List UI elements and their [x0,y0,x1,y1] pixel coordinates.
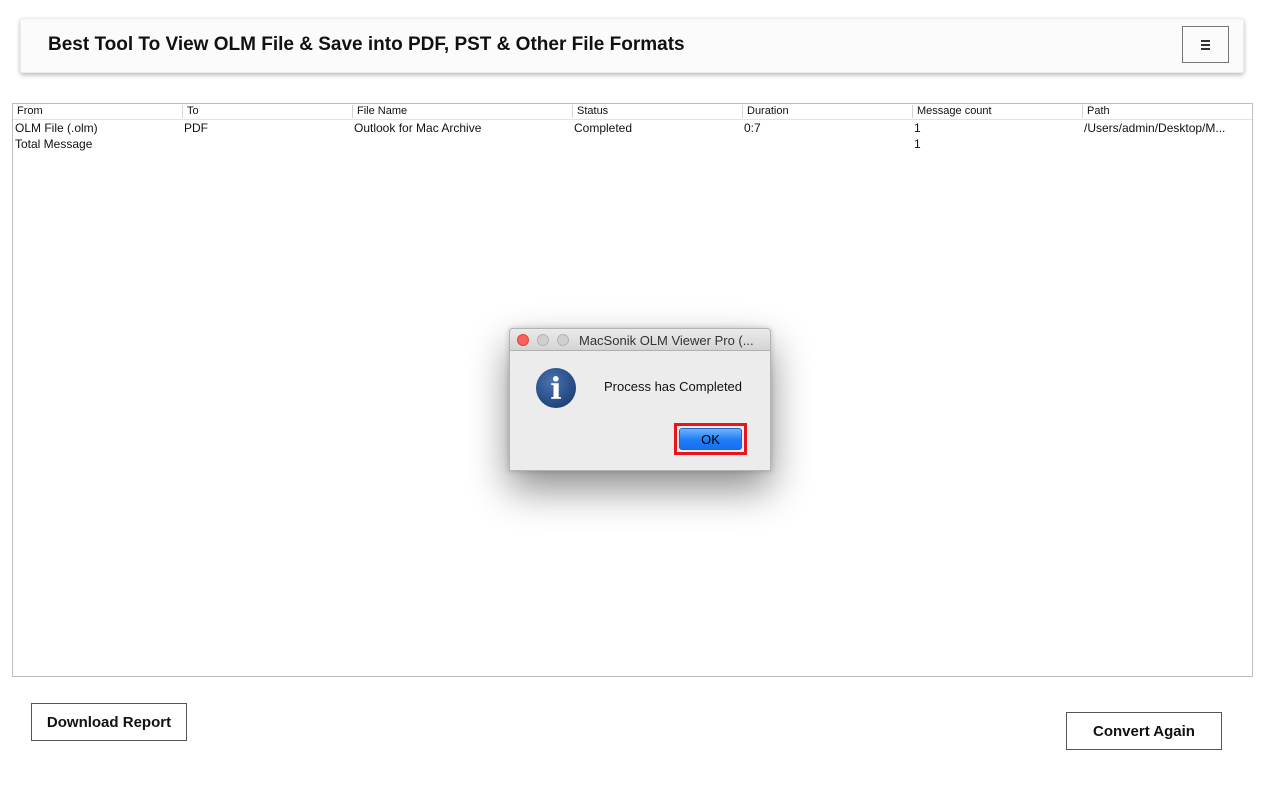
info-icon: i [536,368,576,408]
convert-again-button[interactable]: Convert Again [1066,712,1222,750]
column-header-from[interactable]: From [13,105,182,118]
column-header-to[interactable]: To [182,105,352,118]
cell-path: /Users/admin/Desktop/M... [1084,121,1226,135]
cell-message-count: 1 [914,121,921,135]
cell-total-label: Total Message [15,137,93,151]
maximize-window-icon[interactable] [557,334,569,346]
column-header-message-count[interactable]: Message count [912,105,1082,118]
ok-button[interactable]: OK [679,428,742,450]
cell-file-name: Outlook for Mac Archive [354,121,482,135]
download-report-button[interactable]: Download Report [31,703,187,741]
dialog-title: MacSonik OLM Viewer Pro (... [579,333,754,348]
column-header-status[interactable]: Status [572,105,742,118]
table-row[interactable]: OLM File (.olm) PDF Outlook for Mac Arch… [13,120,1252,136]
column-header-path[interactable]: Path [1082,105,1252,118]
close-window-icon[interactable] [517,334,529,346]
menu-button[interactable] [1182,26,1229,63]
cell-total-count: 1 [914,137,921,151]
cell-to: PDF [184,121,208,135]
cell-duration: 0:7 [744,121,761,135]
column-header-file-name[interactable]: File Name [352,105,572,118]
dialog-message: Process has Completed [604,379,743,394]
app-header: Best Tool To View OLM File & Save into P… [20,18,1244,73]
info-icon-glyph: i [550,372,561,407]
table-header: From To File Name Status Duration Messag… [13,104,1252,120]
dialog-titlebar[interactable]: MacSonik OLM Viewer Pro (... [510,329,770,351]
minimize-window-icon[interactable] [537,334,549,346]
table-row-total[interactable]: Total Message 1 [13,136,1252,152]
cell-status: Completed [574,121,633,135]
page-title: Best Tool To View OLM File & Save into P… [48,34,685,55]
hamburger-menu-icon [1201,40,1210,50]
completion-dialog: MacSonik OLM Viewer Pro (... i Process h… [509,328,771,471]
column-header-duration[interactable]: Duration [742,105,912,118]
cell-from: OLM File (.olm) [15,121,98,135]
